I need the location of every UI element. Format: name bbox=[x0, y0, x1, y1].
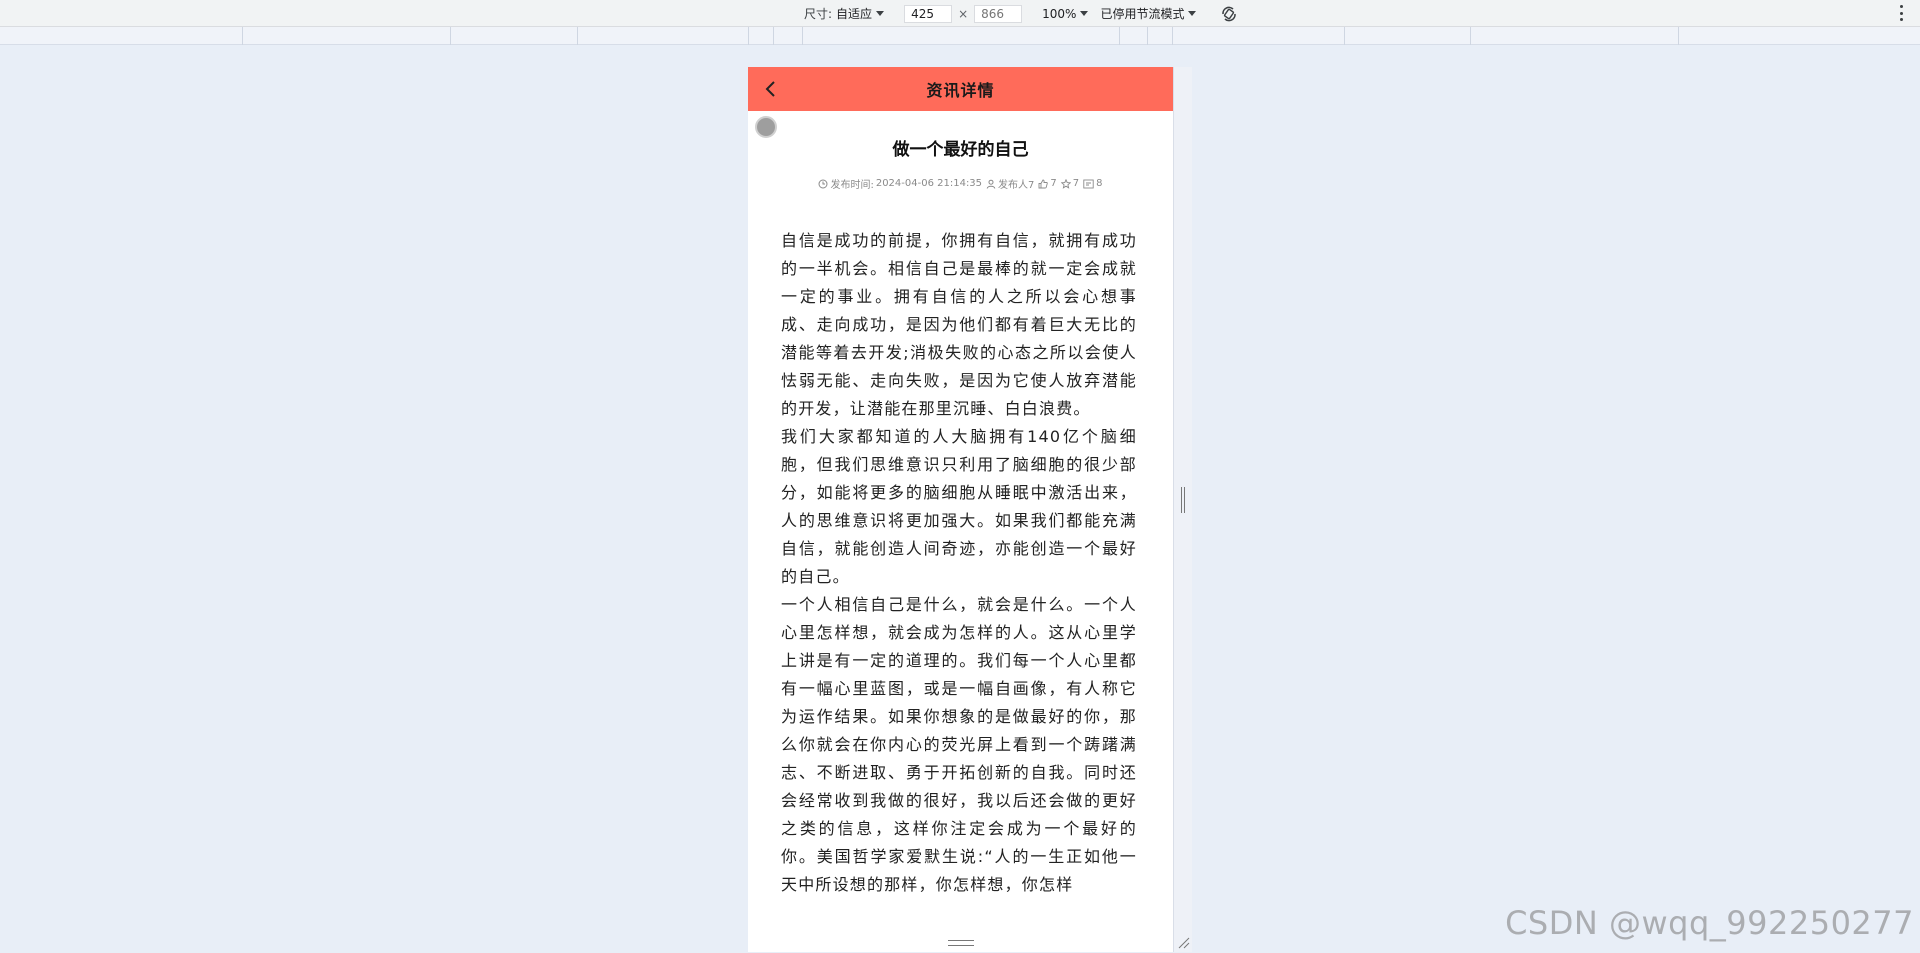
size-select[interactable]: 自适应 bbox=[836, 5, 884, 22]
device-toolbar-controls: 尺寸: 自适应 × 100% 已停用节流模式 bbox=[804, 0, 1240, 27]
author: 发布人7 bbox=[986, 176, 1034, 191]
publish-time-value: 2024-04-06 21:14:35 bbox=[876, 178, 982, 189]
device-toolbar: 尺寸: 自适应 × 100% 已停用节流模式 bbox=[0, 0, 1920, 27]
publish-label: 发布时间: bbox=[830, 176, 873, 191]
times-sign: × bbox=[958, 7, 968, 21]
more-options-icon[interactable] bbox=[1896, 3, 1906, 23]
article-meta: 发布时间: 2024-04-06 21:14:35 发布人7 7 7 bbox=[748, 176, 1173, 191]
chevron-down-icon bbox=[1080, 11, 1088, 16]
favorites-count: 7 bbox=[1073, 178, 1079, 189]
chevron-down-icon bbox=[876, 11, 884, 16]
width-input[interactable] bbox=[904, 5, 952, 23]
clock-icon bbox=[818, 179, 828, 189]
favorites[interactable]: 7 bbox=[1061, 178, 1079, 189]
views-icon bbox=[1083, 179, 1094, 189]
resize-handle-corner[interactable] bbox=[1176, 934, 1190, 948]
user-icon bbox=[986, 179, 996, 189]
resize-handle-bottom[interactable] bbox=[948, 940, 974, 946]
article-paragraph: 一个人相信自己是什么，就会是什么。一个人心里怎样想，就会成为怎样的人。这从心里学… bbox=[781, 591, 1137, 899]
star-icon bbox=[1061, 179, 1071, 189]
author-value: 发布人7 bbox=[998, 176, 1034, 191]
likes[interactable]: 7 bbox=[1038, 178, 1056, 189]
height-input[interactable] bbox=[974, 5, 1022, 23]
publish-time: 发布时间: 2024-04-06 21:14:35 bbox=[818, 176, 982, 191]
floating-button[interactable] bbox=[755, 116, 777, 138]
resize-handle-right[interactable] bbox=[1181, 487, 1185, 513]
thumbs-up-icon bbox=[1038, 179, 1048, 189]
likes-count: 7 bbox=[1050, 178, 1056, 189]
media-query-ruler bbox=[0, 27, 1920, 45]
size-label: 尺寸: bbox=[804, 5, 832, 22]
zoom-select[interactable]: 100% bbox=[1042, 7, 1088, 21]
app-header: 资讯详情 bbox=[748, 67, 1173, 111]
article-title: 做一个最好的自己 bbox=[748, 135, 1173, 160]
article-paragraph: 我们大家都知道的人大脑拥有140亿个脑细胞，但我们思维意识只利用了脑细胞的很少部… bbox=[781, 423, 1137, 591]
rotate-icon[interactable] bbox=[1218, 3, 1240, 25]
throttle-select[interactable]: 已停用节流模式 bbox=[1100, 5, 1196, 22]
device-frame-right-edge bbox=[1173, 67, 1192, 952]
watermark: CSDN @wqq_992250277 bbox=[1505, 904, 1914, 942]
article-content: 自信是成功的前提，你拥有自信，就拥有成功的一半机会。相信自己是最棒的就一定会成就… bbox=[781, 227, 1137, 899]
chevron-down-icon bbox=[1188, 11, 1196, 16]
device-viewport: 资讯详情 做一个最好的自己 发布时间: 2024-04-06 21:14:35 … bbox=[748, 67, 1173, 952]
size-select-value: 自适应 bbox=[836, 5, 872, 22]
back-arrow-icon[interactable] bbox=[760, 78, 782, 100]
zoom-select-value: 100% bbox=[1042, 7, 1076, 21]
views-count: 8 bbox=[1096, 178, 1102, 189]
views: 8 bbox=[1083, 178, 1102, 189]
page-title: 资讯详情 bbox=[926, 77, 994, 101]
throttle-select-value: 已停用节流模式 bbox=[1100, 5, 1184, 22]
article-paragraph: 自信是成功的前提，你拥有自信，就拥有成功的一半机会。相信自己是最棒的就一定会成就… bbox=[781, 227, 1137, 423]
